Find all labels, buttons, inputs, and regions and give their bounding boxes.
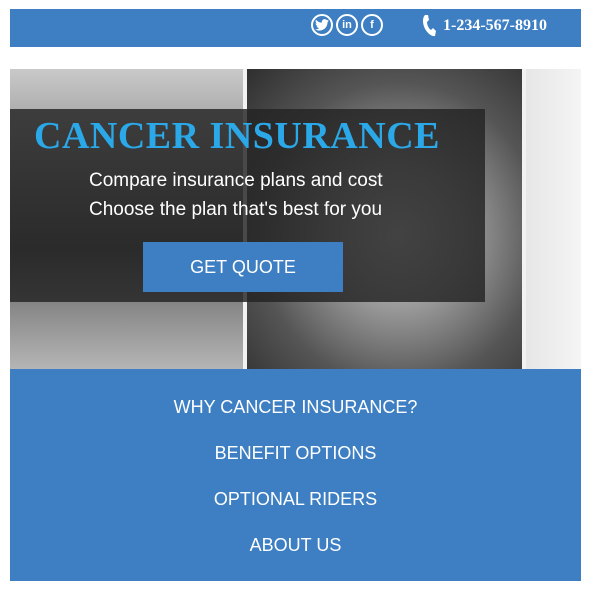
phone-number[interactable]: 1-234-567-8910 <box>443 17 547 35</box>
linkedin-icon[interactable]: in <box>336 14 358 36</box>
page-title: CANCER INSURANCE <box>34 115 440 157</box>
hero-photo-woman <box>525 69 581 369</box>
get-quote-button[interactable]: GET QUOTE <box>143 242 343 292</box>
nav-item-why-cancer-insurance[interactable]: WHY CANCER INSURANCE? <box>10 397 581 418</box>
hero-banner: CANCER INSURANCE Compare insurance plans… <box>10 69 581 369</box>
top-bar: in f 1-234-567-8910 <box>10 9 581 47</box>
twitter-icon[interactable] <box>311 14 333 36</box>
nav-item-benefit-options[interactable]: BENEFIT OPTIONS <box>10 443 581 464</box>
social-links: in f <box>311 14 383 36</box>
hero-tagline-2: Choose the plan that's best for you <box>89 199 383 220</box>
photo-divider <box>522 69 526 369</box>
hero-tagline-1: Compare insurance plans and cost <box>89 170 383 191</box>
main-nav: WHY CANCER INSURANCE? BENEFIT OPTIONS OP… <box>10 369 581 581</box>
phone-icon <box>423 15 436 37</box>
facebook-icon[interactable]: f <box>361 14 383 36</box>
hero-overlay: CANCER INSURANCE Compare insurance plans… <box>10 109 485 302</box>
nav-item-about-us[interactable]: ABOUT US <box>10 535 581 556</box>
phone-contact[interactable]: 1-234-567-8910 <box>421 12 547 40</box>
nav-item-optional-riders[interactable]: OPTIONAL RIDERS <box>10 489 581 510</box>
